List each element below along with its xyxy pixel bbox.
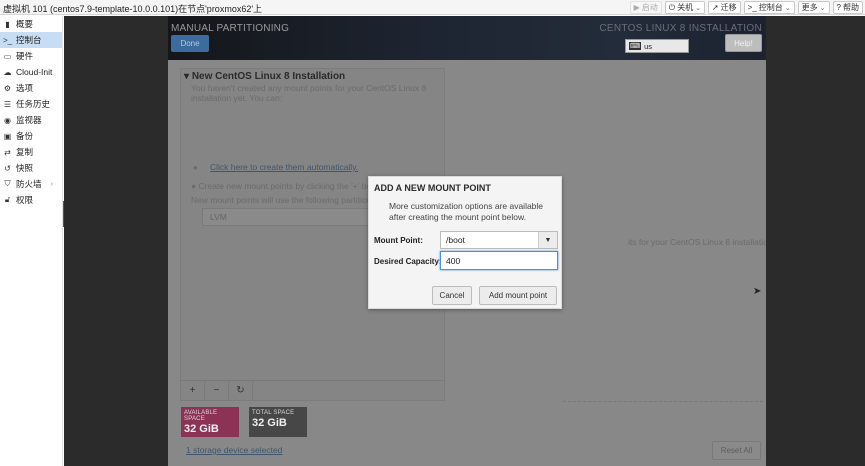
help-icon: ? xyxy=(836,3,841,12)
sidebar-item-console[interactable]: >_ 控制台 xyxy=(0,32,62,48)
vm-title: 虚拟机 101 (centos7.9-template-10.0.0.101)在… xyxy=(3,4,263,14)
sidebar-item-permissions[interactable]: 🔓︎ 权限 xyxy=(0,192,62,208)
desired-capacity-label: Desired Capacity: xyxy=(374,257,442,266)
migrate-button[interactable]: ➚ 迁移 xyxy=(707,1,741,14)
chevron-right-icon: › xyxy=(50,180,53,188)
play-icon: ▶ xyxy=(633,3,640,12)
sidebar-item-cloud-init[interactable]: ☁ Cloud-Init xyxy=(0,64,62,80)
sidebar-item-hardware[interactable]: ▭ 硬件 xyxy=(0,48,62,64)
add-mount-point-icon[interactable]: + xyxy=(181,381,205,400)
mount-point-toolbar: + − ↻ xyxy=(181,380,444,400)
reset-all-button[interactable]: Reset All xyxy=(712,441,761,460)
toolbar-buttons: ▶ 启动 ⏻ 关机 ⌄ ➚ 迁移 >_ 控制台 ⌄ 更多 ⌄ ? 帮助 xyxy=(629,1,863,14)
console-button[interactable]: >_ 控制台 ⌄ xyxy=(743,1,795,14)
start-button[interactable]: ▶ 启动 xyxy=(629,1,662,14)
floppy-icon: ▣ xyxy=(3,131,12,141)
unlock-icon: 🔓︎ xyxy=(4,195,11,204)
manual-create-text: ● Create new mount points by clicking th… xyxy=(191,181,388,191)
cancel-button[interactable]: Cancel xyxy=(432,286,472,305)
sidebar-item-task-history[interactable]: ☰ 任务历史 xyxy=(0,96,62,112)
add-mount-point-button[interactable]: Add mount point xyxy=(479,286,557,305)
top-bar: 虚拟机 101 (centos7.9-template-10.0.0.101)在… xyxy=(0,0,865,15)
monitor-icon: ▭ xyxy=(3,51,12,61)
chevron-down-icon: ⌄ xyxy=(819,4,826,12)
list-icon: ☰ xyxy=(3,99,12,109)
page-title: MANUAL PARTITIONING xyxy=(171,23,290,34)
desired-capacity-input[interactable] xyxy=(440,251,558,270)
collapse-arrow-icon: ▾ xyxy=(184,71,192,82)
sidebar: ▮ 概要 >_ 控制台 ▭ 硬件 ☁ Cloud-Init ⚙ 选项 ☰ 任务历史 ◉ 监视器… xyxy=(0,16,63,466)
more-button[interactable]: 更多 ⌄ xyxy=(797,1,830,14)
shield-icon: ⛉ xyxy=(4,179,11,188)
terminal-icon: >_ xyxy=(3,35,13,45)
remove-mount-point-icon[interactable]: − xyxy=(205,381,229,400)
sidebar-item-options[interactable]: ⚙ 选项 xyxy=(0,80,62,96)
keyboard-icon: ⌨ xyxy=(629,42,642,50)
product-title: CENTOS LINUX 8 INSTALLATION xyxy=(599,23,762,34)
done-button[interactable]: Done xyxy=(171,35,209,52)
sidebar-item-monitor[interactable]: ◉ 监视器 xyxy=(0,112,62,128)
installer-header: MANUAL PARTITIONING CENTOS LINUX 8 INSTA… xyxy=(168,16,766,60)
sidebar-item-summary[interactable]: ▮ 概要 xyxy=(0,16,62,32)
shutdown-button[interactable]: ⏻ 关机 ⌄ xyxy=(664,1,705,14)
power-icon: ⏻ xyxy=(668,2,676,12)
sidebar-item-backup[interactable]: ▣ 备份 xyxy=(0,128,62,144)
chevron-down-icon: ⌄ xyxy=(784,4,791,12)
total-space-badge: TOTAL SPACE 32 GiB xyxy=(249,407,307,437)
installer-help-button[interactable]: Help! xyxy=(725,34,762,52)
mouse-cursor-icon: ➤ xyxy=(753,286,762,297)
dialog-title: ADD A NEW MOUNT POINT xyxy=(374,183,491,193)
sidebar-item-firewall[interactable]: ⛉ 防火墙 › xyxy=(0,176,62,192)
gear-icon: ⚙ xyxy=(3,83,12,93)
retweet-icon: ⇄ xyxy=(4,147,11,157)
bullet-icon: ● xyxy=(193,163,198,172)
dialog-description: More customization options are available… xyxy=(389,201,544,222)
mount-point-combo[interactable]: /boot ▼ xyxy=(440,231,558,249)
history-icon: ↺ xyxy=(4,163,11,173)
right-pane-text: its for your CentOS Linux 8 installation… xyxy=(628,237,766,247)
add-mount-point-dialog: ADD A NEW MOUNT POINT More customization… xyxy=(368,176,562,309)
cloud-icon: ☁ xyxy=(3,67,12,77)
help-button[interactable]: ? 帮助 xyxy=(832,1,863,14)
terminal-icon: >_ xyxy=(747,3,757,12)
eye-icon: ◉ xyxy=(4,115,11,125)
available-space-badge: AVAILABLE SPACE 32 GiB xyxy=(181,407,239,437)
keyboard-layout-indicator[interactable]: ⌨ us xyxy=(625,39,689,53)
chevron-down-icon[interactable]: ▼ xyxy=(538,232,557,248)
chevron-down-icon: ⌄ xyxy=(695,4,701,12)
divider xyxy=(563,401,763,402)
sidebar-item-snapshots[interactable]: ↺ 快照 xyxy=(0,160,62,176)
intro-text: You haven't created any mount points for… xyxy=(191,83,427,103)
mount-point-label: Mount Point: xyxy=(374,236,423,245)
sidebar-item-replication[interactable]: ⇄ 复制 xyxy=(0,144,62,160)
section-title[interactable]: ▾ New CentOS Linux 8 Installation xyxy=(184,71,345,82)
send-icon: ➚ xyxy=(711,3,719,12)
auto-create-link[interactable]: Click here to create them automatically. xyxy=(210,162,358,172)
storage-devices-link[interactable]: 1 storage device selected xyxy=(186,445,282,455)
refresh-icon[interactable]: ↻ xyxy=(229,381,253,400)
bullet-icon: ● xyxy=(191,181,199,191)
book-icon: ▮ xyxy=(5,19,10,29)
